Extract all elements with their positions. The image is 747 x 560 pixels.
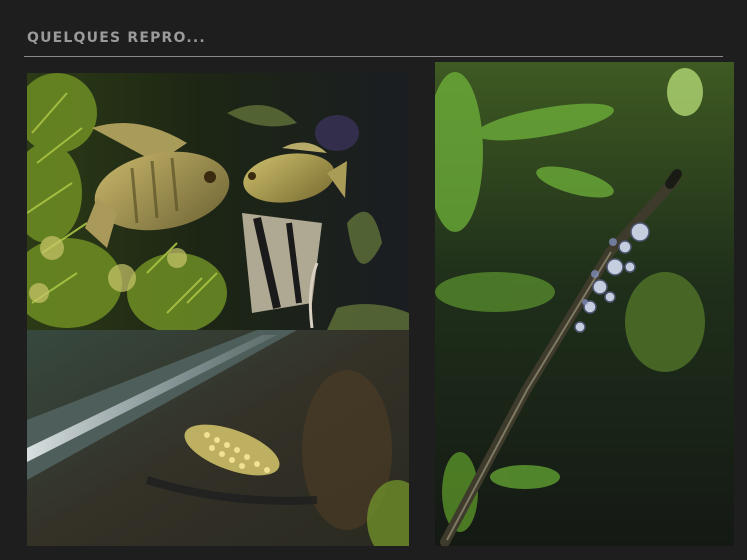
photo-fish-pair xyxy=(27,73,409,330)
photo-fish-image xyxy=(27,73,409,330)
photo-snails-image xyxy=(435,62,734,546)
photo-eggs-image xyxy=(27,330,409,546)
photo-snails-on-stem xyxy=(435,62,734,546)
title-divider xyxy=(24,56,723,57)
slide-title: QUELQUES REPRO... xyxy=(27,30,206,46)
photo-fish-eggs xyxy=(27,330,409,546)
